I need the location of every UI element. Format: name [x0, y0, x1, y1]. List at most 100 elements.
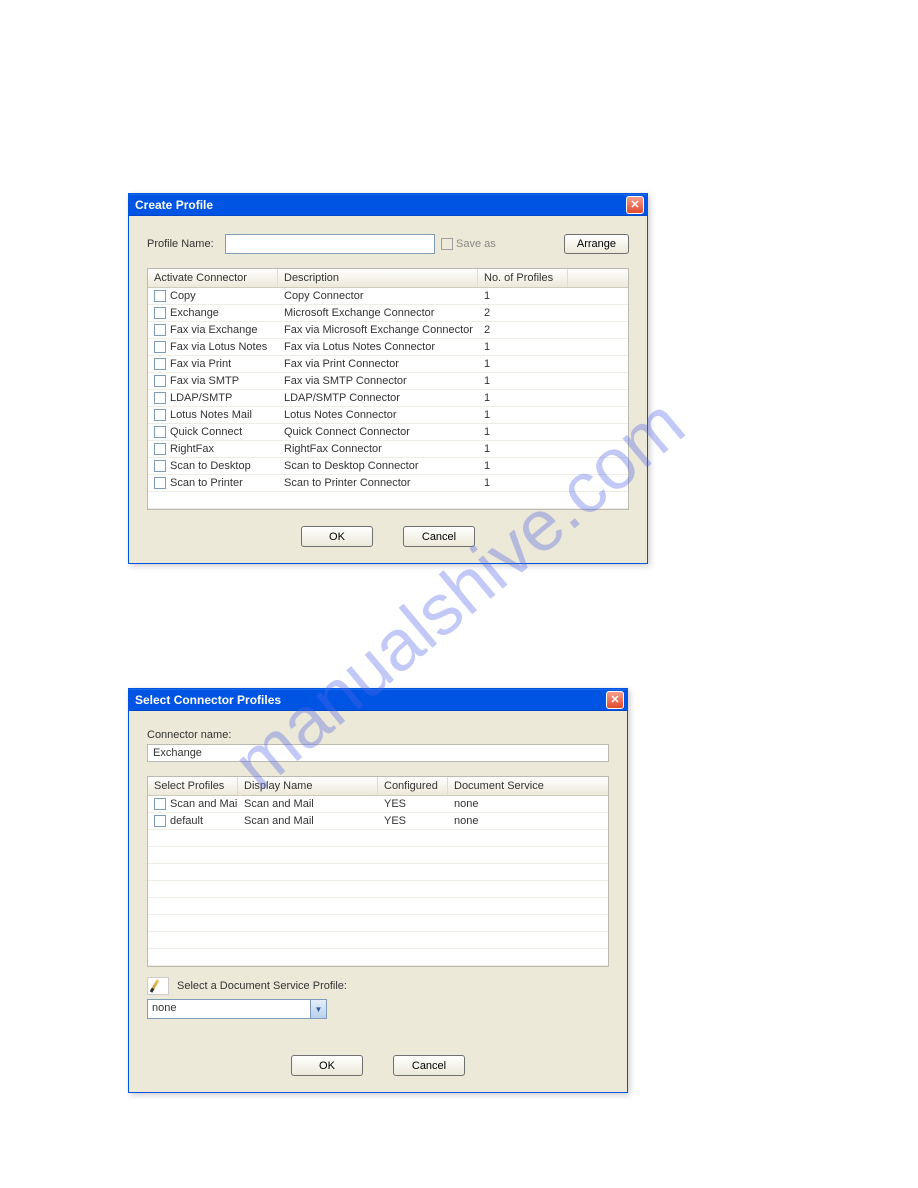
header-profiles[interactable]: No. of Profiles: [478, 269, 568, 287]
dialog-title: Create Profile: [135, 198, 626, 212]
connector-profile-count: 1: [478, 476, 568, 490]
connector-name: Fax via Exchange: [170, 324, 257, 336]
checkbox-icon[interactable]: [154, 409, 166, 421]
checkbox-icon[interactable]: [154, 307, 166, 319]
checkbox-icon[interactable]: [154, 341, 166, 353]
connector-table: Activate Connector Description No. of Pr…: [147, 268, 629, 510]
connector-name: Lotus Notes Mail: [170, 409, 252, 421]
connector-profile-count: 1: [478, 340, 568, 354]
connector-name-label: Connector name:: [147, 729, 231, 741]
connector-name: RightFax: [170, 443, 214, 455]
connector-description: Fax via Print Connector: [278, 357, 478, 371]
titlebar: Select Connector Profiles ✕: [129, 689, 627, 711]
connector-profile-count: 1: [478, 459, 568, 473]
configured-status: YES: [378, 797, 448, 811]
table-row[interactable]: Scan and MailScan and MailYESnone: [148, 796, 608, 813]
connector-name-value: Exchange: [147, 744, 609, 762]
connector-description: Fax via SMTP Connector: [278, 374, 478, 388]
table-row[interactable]: Fax via PrintFax via Print Connector1: [148, 356, 628, 373]
connector-name: Fax via Lotus Notes: [170, 341, 267, 353]
configured-status: YES: [378, 814, 448, 828]
document-service-profile-select[interactable]: none ▼: [147, 999, 327, 1019]
table-row[interactable]: Lotus Notes MailLotus Notes Connector1: [148, 407, 628, 424]
connector-description: Fax via Lotus Notes Connector: [278, 340, 478, 354]
table-row[interactable]: RightFax RightFax Connector1: [148, 441, 628, 458]
header-display[interactable]: Display Name: [238, 777, 378, 795]
connector-name: Quick Connect: [170, 426, 242, 438]
connector-profile-count: 1: [478, 374, 568, 388]
ok-button[interactable]: OK: [291, 1055, 363, 1076]
table-row[interactable]: Fax via Exchange Fax via Microsoft Exchan…: [148, 322, 628, 339]
table-row[interactable]: Fax via SMTP Fax via SMTP Connector1: [148, 373, 628, 390]
table-row[interactable]: Quick Connect Quick Connect Connector1: [148, 424, 628, 441]
close-icon[interactable]: ✕: [606, 691, 624, 709]
connector-description: Scan to Desktop Connector: [278, 459, 478, 473]
combo-value: none: [148, 1000, 310, 1018]
header-activate[interactable]: Activate Connector: [148, 269, 278, 287]
checkbox-icon[interactable]: [154, 375, 166, 387]
profiles-table: Select Profiles Display Name Configured …: [147, 776, 609, 967]
document-service: none: [448, 797, 608, 811]
checkbox-icon[interactable]: [154, 324, 166, 336]
table-row[interactable]: Scan to Desktop Scan to Desktop Connector…: [148, 458, 628, 475]
table-row[interactable]: Exchange Microsoft Exchange Connector2: [148, 305, 628, 322]
connector-profile-count: 1: [478, 408, 568, 422]
checkbox-icon[interactable]: [154, 460, 166, 472]
display-name: Scan and Mail: [238, 814, 378, 828]
ok-button[interactable]: OK: [301, 526, 373, 547]
connector-name: Exchange: [170, 307, 219, 319]
cancel-button[interactable]: Cancel: [393, 1055, 465, 1076]
chevron-down-icon[interactable]: ▼: [310, 1000, 326, 1018]
connector-description: Fax via Microsoft Exchange Connector: [278, 323, 478, 337]
table-row[interactable]: Scan to Printer Scan to Printer Connector…: [148, 475, 628, 492]
connector-description: Microsoft Exchange Connector: [278, 306, 478, 320]
checkbox-icon[interactable]: [154, 815, 166, 827]
table-row[interactable]: Fax via Lotus Notes Fax via Lotus Notes C…: [148, 339, 628, 356]
connector-name: Scan to Printer: [170, 477, 243, 489]
dialog-title: Select Connector Profiles: [135, 693, 606, 707]
connector-description: Quick Connect Connector: [278, 425, 478, 439]
checkbox-icon[interactable]: [154, 477, 166, 489]
connector-profile-count: 2: [478, 306, 568, 320]
header-service[interactable]: Document Service: [448, 777, 608, 795]
connector-description: Scan to Printer Connector: [278, 476, 478, 490]
profile-name-input[interactable]: [225, 234, 435, 254]
connector-profile-count: 1: [478, 289, 568, 303]
connector-description: RightFax Connector: [278, 442, 478, 456]
table-row[interactable]: default Scan and MailYESnone: [148, 813, 608, 830]
table-row[interactable]: LDAP/SMTP LDAP/SMTP Connector1: [148, 390, 628, 407]
checkbox-icon[interactable]: [154, 358, 166, 370]
connector-name: Scan to Desktop: [170, 460, 251, 472]
connector-profile-count: 1: [478, 442, 568, 456]
document-service: none: [448, 814, 608, 828]
checkbox-icon[interactable]: [154, 290, 166, 302]
profile-name-label: Profile Name:: [147, 238, 225, 250]
checkbox-icon[interactable]: [154, 798, 166, 810]
checkbox-icon[interactable]: [154, 443, 166, 455]
save-as-checkbox: Save as: [441, 238, 496, 250]
checkbox-icon: [441, 238, 453, 250]
connector-description: Copy Connector: [278, 289, 478, 303]
connector-description: LDAP/SMTP Connector: [278, 391, 478, 405]
connector-profile-count: 1: [478, 425, 568, 439]
checkbox-icon[interactable]: [154, 392, 166, 404]
checkbox-icon[interactable]: [154, 426, 166, 438]
profile-name: default: [170, 815, 203, 827]
edit-icon: [147, 977, 169, 995]
titlebar: Create Profile ✕: [129, 194, 647, 216]
connector-profile-count: 2: [478, 323, 568, 337]
header-select[interactable]: Select Profiles: [148, 777, 238, 795]
cancel-button[interactable]: Cancel: [403, 526, 475, 547]
header-configured[interactable]: Configured: [378, 777, 448, 795]
select-connector-profiles-dialog: Select Connector Profiles ✕ Connector na…: [128, 688, 628, 1093]
save-as-label: Save as: [456, 238, 496, 250]
table-row[interactable]: Copy Copy Connector1: [148, 288, 628, 305]
connector-name: Fax via Print: [170, 358, 231, 370]
connector-name: Copy: [170, 290, 196, 302]
header-description[interactable]: Description: [278, 269, 478, 287]
close-icon[interactable]: ✕: [626, 196, 644, 214]
arrange-button[interactable]: Arrange: [564, 234, 629, 254]
connector-profile-count: 1: [478, 391, 568, 405]
connector-name: Fax via SMTP: [170, 375, 239, 387]
connector-name: LDAP/SMTP: [170, 392, 232, 404]
